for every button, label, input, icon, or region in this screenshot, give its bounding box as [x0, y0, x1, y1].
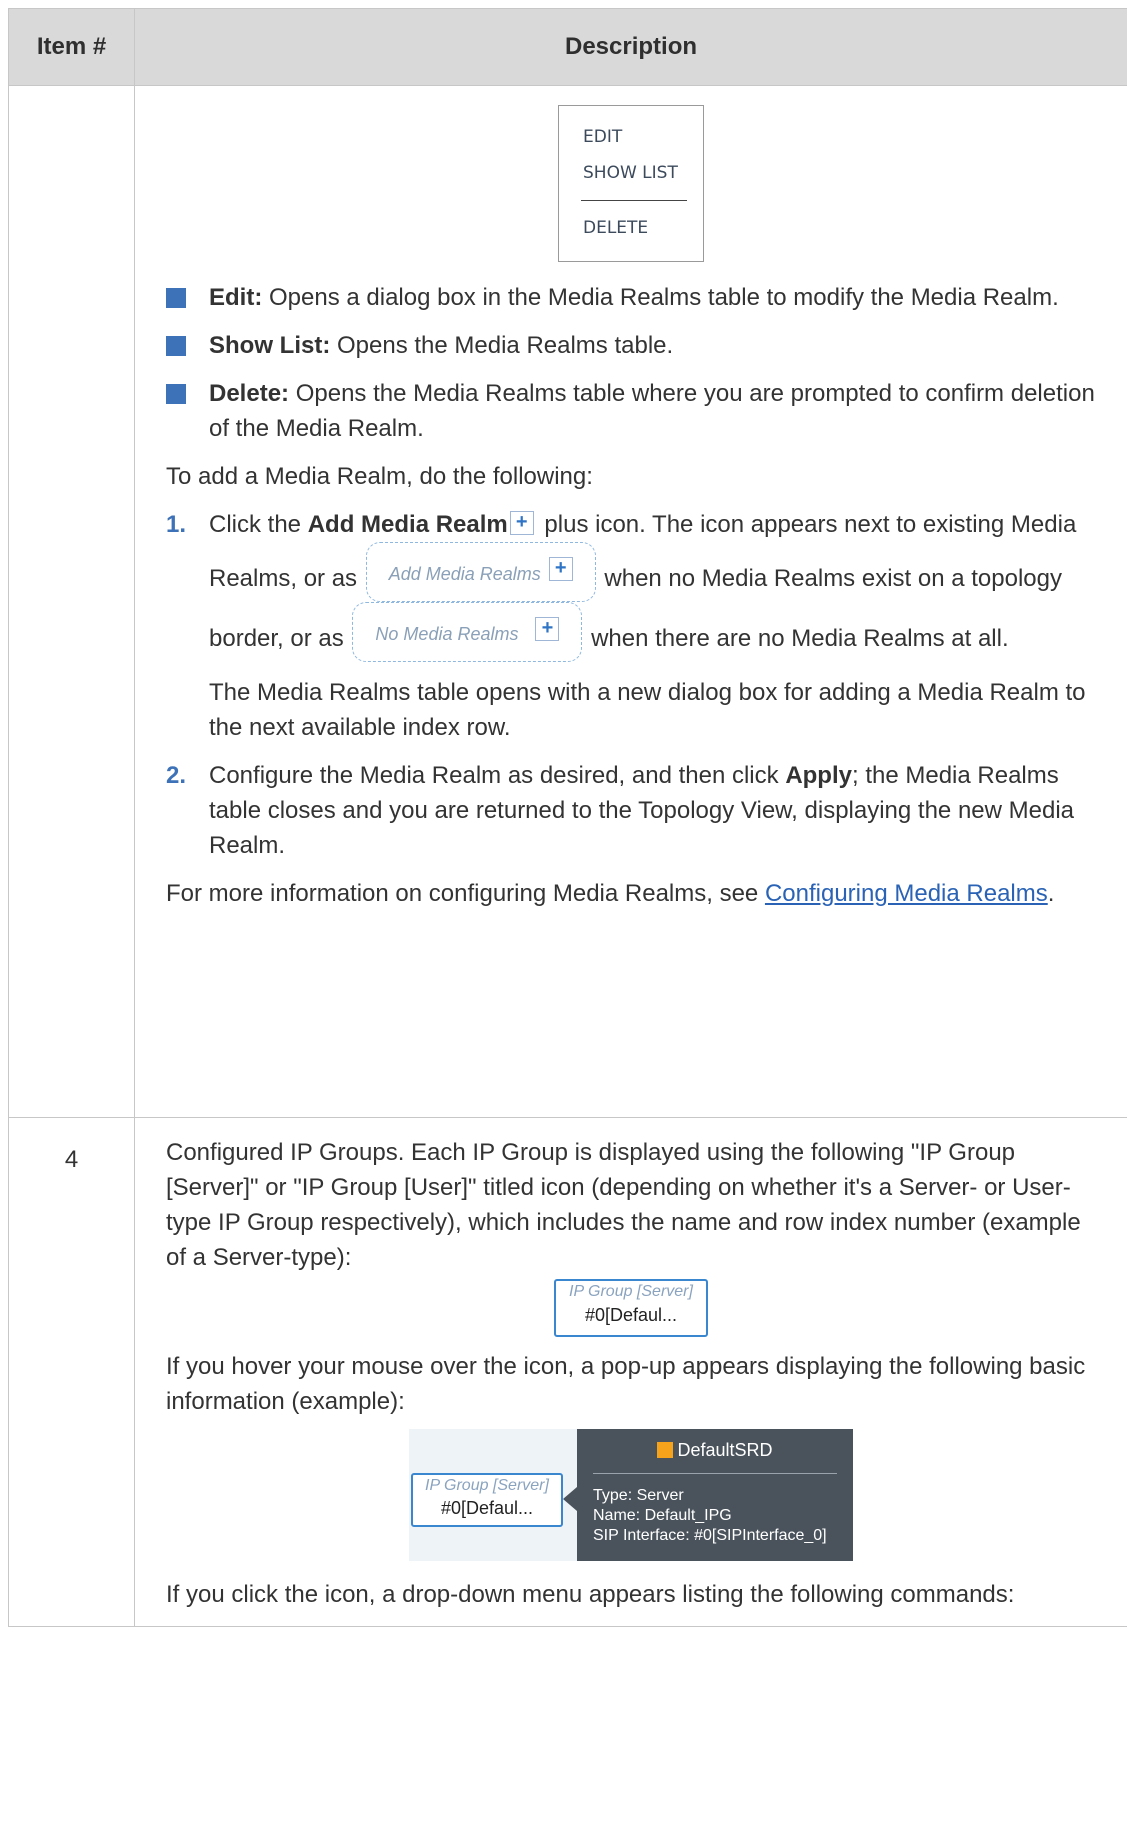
command-list: Edit: Opens a dialog box in the Media Re… — [166, 280, 1096, 446]
procedure-intro: To add a Media Realm, do the following: — [166, 463, 593, 490]
bullet-square-icon — [166, 288, 186, 308]
click-description: If you click the icon, a drop-down menu … — [166, 1581, 1015, 1608]
table-row: EDIT SHOW LIST DELETE Edit: Opens a dial… — [8, 85, 1127, 1118]
ip-group-intro: Configured IP Groups. Each IP Group is d… — [166, 1139, 1081, 1271]
list-item: Show List: Opens the Media Realms table. — [166, 328, 1096, 363]
info-popup: DefaultSRD Type: Server Name: Default_IP… — [577, 1429, 853, 1561]
configuring-media-realms-link[interactable]: Configuring Media Realms — [765, 880, 1048, 907]
list-item: Edit: Opens a dialog box in the Media Re… — [166, 280, 1096, 315]
table-header-row: Item # Description — [8, 8, 1127, 86]
table-row: 4 Configured IP Groups. Each IP Group is… — [8, 1117, 1127, 1627]
no-media-realms-pill: No Media Realms + — [352, 602, 583, 662]
popup-name: Name: Default_IPG — [593, 1507, 732, 1524]
add-media-realms-pill: Add Media Realms + — [365, 542, 596, 602]
item-number-cell: 4 — [8, 1117, 135, 1627]
plus-icon: + — [535, 617, 560, 641]
list-item: Delete: Opens the Media Realms table whe… — [166, 376, 1096, 446]
hover-description: If you hover your mouse over the icon, a… — [166, 1353, 1086, 1415]
plus-icon: + — [548, 557, 573, 581]
header-item-number: Item # — [8, 8, 135, 86]
item-number-cell — [8, 85, 135, 1118]
step-item: 1. Click the Add Media Realm + plus icon.… — [166, 507, 1096, 745]
popup-heading: DefaultSRD — [677, 1440, 773, 1460]
bullet-square-icon — [166, 336, 186, 356]
menu-item-delete: DELETE — [583, 218, 649, 238]
bullet-square-icon — [166, 384, 186, 404]
step-item: 2. Configure the Media Realm as desired,… — [166, 762, 1075, 859]
ip-group-icon: IP Group [Server] #0[Defaul... — [411, 1473, 563, 1527]
context-menu-image: EDIT SHOW LIST DELETE — [558, 105, 704, 262]
description-cell: EDIT SHOW LIST DELETE Edit: Opens a dial… — [134, 85, 1127, 1118]
header-description: Description — [134, 8, 1127, 86]
hover-popup-image: IP Group [Server] #0[Defaul... DefaultSR… — [409, 1429, 853, 1561]
procedure-steps: 1. Click the Add Media Realm + plus icon.… — [166, 507, 1096, 863]
document-page: Item # Description EDIT SHOW LIST DELETE — [0, 0, 1127, 1827]
popup-type: Type: Server — [593, 1487, 684, 1504]
menu-item-show-list: SHOW LIST — [583, 163, 678, 183]
popup-sip-interface: SIP Interface: #0[SIPInterface_0] — [593, 1527, 827, 1544]
srd-color-swatch-icon — [657, 1442, 674, 1458]
plus-icon: + — [509, 511, 534, 535]
description-table: Item # Description EDIT SHOW LIST DELETE — [8, 8, 1127, 1627]
ip-group-icon: IP Group [Server] #0[Defaul... — [554, 1279, 708, 1337]
menu-item-edit: EDIT — [583, 127, 623, 147]
step-result: The Media Realms table opens with a new … — [209, 679, 1086, 741]
more-info: For more information on configuring Medi… — [166, 880, 1055, 907]
description-cell: Configured IP Groups. Each IP Group is d… — [134, 1117, 1127, 1627]
popup-arrow — [563, 1487, 577, 1511]
menu-divider — [581, 200, 687, 201]
